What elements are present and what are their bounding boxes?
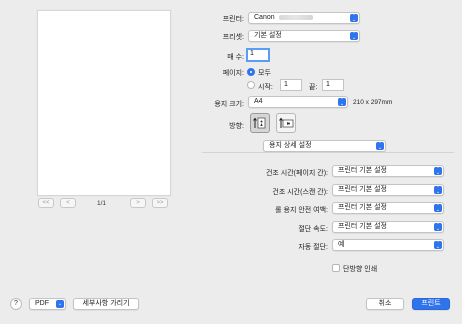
portrait-orientation-button[interactable] xyxy=(250,113,270,133)
cancel-button[interactable]: 취소 xyxy=(366,298,404,310)
dry-time-pages-value: 프린터 기본 설정 xyxy=(338,167,387,174)
preset-value: 기본 설정 xyxy=(254,32,282,39)
pages-to-label: 끝: xyxy=(309,84,318,91)
paper-size-label: 용지 크기: xyxy=(214,101,244,108)
popup-chevron-icon: ⌃ ⌄ xyxy=(434,166,442,176)
print-preview xyxy=(37,10,171,196)
popup-chevron-icon: ⌃ ⌄ xyxy=(434,185,442,195)
printer-value: Canon xyxy=(254,14,275,21)
chevron-down-icon: ⌄ xyxy=(56,300,64,308)
page-indicator: 1/1 xyxy=(97,200,107,207)
dry-time-scan-value: 프린터 기본 설정 xyxy=(338,186,387,193)
dry-time-scan-label: 건조 시간(스캔 간): xyxy=(272,189,328,196)
copies-label: 매 수: xyxy=(227,54,244,61)
paper-dimensions: 210 x 297mm xyxy=(353,99,393,106)
roll-paper-margin-value: 프린터 기본 설정 xyxy=(338,204,387,211)
popup-chevron-icon: ⌃ ⌄ xyxy=(434,222,442,232)
previous-page-button[interactable]: < xyxy=(60,198,76,208)
roll-paper-margin-label: 롤 용지 안전 여백: xyxy=(275,207,328,214)
roll-paper-margin-popup[interactable]: 프린터 기본 설정 ⌃ ⌄ xyxy=(332,202,444,214)
dry-time-scan-popup[interactable]: 프린터 기본 설정 ⌃ ⌄ xyxy=(332,184,444,196)
cut-speed-popup[interactable]: 프린터 기본 설정 ⌃ ⌄ xyxy=(332,221,444,233)
preset-label: 프리셋: xyxy=(222,34,244,41)
copies-field[interactable]: 1 xyxy=(246,48,270,62)
next-page-button[interactable]: > xyxy=(130,198,146,208)
popup-chevron-icon: ⌃ ⌄ xyxy=(434,203,442,213)
popup-chevron-icon: ⌃ ⌄ xyxy=(350,13,358,23)
popup-chevron-icon: ⌃ ⌄ xyxy=(350,31,358,41)
pdf-menu-button[interactable]: PDF ⌄ xyxy=(29,298,66,310)
pages-all-radio[interactable] xyxy=(247,68,255,76)
pages-to-field[interactable]: 1 xyxy=(322,79,344,91)
dry-time-pages-label: 건조 시간(페이지 간): xyxy=(265,170,328,177)
landscape-orientation-button[interactable] xyxy=(276,113,296,133)
cut-speed-label: 절단 속도: xyxy=(298,226,328,233)
pdf-label: PDF xyxy=(35,300,49,307)
pages-label: 페이지: xyxy=(222,70,244,77)
help-button[interactable]: ? xyxy=(10,298,22,310)
one-sided-label: 단방향 인쇄 xyxy=(343,266,378,273)
one-sided-checkbox[interactable] xyxy=(332,264,340,272)
orientation-label: 방향: xyxy=(229,123,244,130)
auto-cut-value: 예 xyxy=(338,241,345,248)
section-popup-value: 용지 상세 설정 xyxy=(269,142,312,149)
popup-chevron-icon: ⌃ ⌄ xyxy=(434,240,442,250)
pages-from-field[interactable]: 1 xyxy=(280,79,302,91)
paper-size-popup[interactable]: A4 ⌃ ⌄ xyxy=(248,96,348,108)
printer-popup[interactable]: Canon ⌃ ⌄ xyxy=(248,12,360,24)
popup-chevron-icon: ⌃ ⌄ xyxy=(338,97,346,107)
auto-cut-popup[interactable]: 예 ⌃ ⌄ xyxy=(332,239,444,251)
hide-details-button[interactable]: 세부사항 가리기 xyxy=(73,298,139,310)
dry-time-pages-popup[interactable]: 프린터 기본 설정 ⌃ ⌄ xyxy=(332,165,444,177)
pages-from-label: 시작: xyxy=(258,84,273,91)
portrait-icon xyxy=(253,117,266,129)
redacted-printer-name xyxy=(278,14,313,20)
cut-speed-value: 프린터 기본 설정 xyxy=(338,223,387,230)
last-page-button[interactable]: >> xyxy=(152,198,168,208)
pages-range-radio[interactable] xyxy=(247,81,255,89)
auto-cut-label: 자동 절단: xyxy=(298,244,328,251)
section-divider xyxy=(202,152,454,153)
landscape-icon xyxy=(279,117,294,128)
print-button[interactable]: 프린트 xyxy=(412,298,450,310)
printer-label: 프린터: xyxy=(222,16,244,23)
pages-all-label: 모두 xyxy=(258,70,271,77)
first-page-button[interactable]: << xyxy=(38,198,54,208)
popup-chevron-icon: ⌃ ⌄ xyxy=(376,141,384,151)
section-popup[interactable]: 용지 상세 설정 ⌃ ⌄ xyxy=(263,140,386,152)
preset-popup[interactable]: 기본 설정 ⌃ ⌄ xyxy=(248,30,360,42)
paper-size-value: A4 xyxy=(254,98,263,105)
